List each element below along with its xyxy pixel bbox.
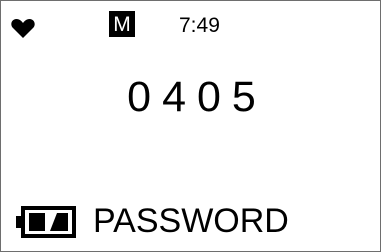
battery-icon — [16, 206, 76, 238]
clock: 7:49 — [179, 14, 220, 37]
status-bar: M 7:49 — [1, 1, 380, 47]
code-digit: 4 — [162, 73, 197, 121]
heart-icon — [11, 19, 35, 38]
code-digit: 5 — [231, 73, 267, 121]
mode-badge: M — [109, 11, 135, 37]
code-digit: 0 — [127, 73, 163, 121]
screen-label: PASSWORD — [93, 202, 289, 240]
code-digit: 0 — [197, 73, 232, 121]
password-code: 0405 — [1, 73, 381, 121]
device-screen: M 7:49 0405 PASSWORD — [0, 0, 381, 252]
